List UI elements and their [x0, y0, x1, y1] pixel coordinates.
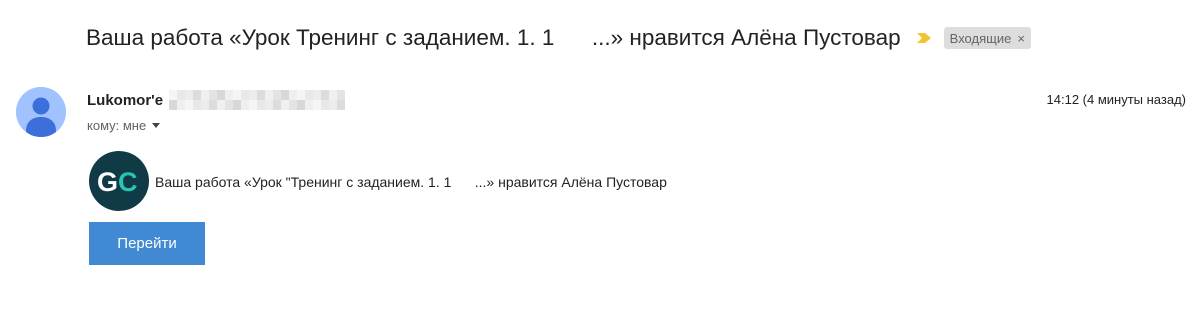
recipient-details-caret-icon[interactable] [152, 122, 161, 128]
email-view: Ваша работа «Урок Тренинг с заданием. 1.… [0, 0, 1200, 312]
subject-row: Ваша работа «Урок Тренинг с заданием. 1.… [86, 20, 1031, 56]
label-chip-inbox[interactable]: Входящие × [943, 27, 1031, 49]
go-button[interactable]: Перейти [89, 222, 205, 265]
label-remove-icon[interactable]: × [1017, 31, 1025, 46]
email-body-text: Ваша работа «Урок "Тренинг с заданием. 1… [155, 174, 667, 190]
gc-logo-icon: G C [89, 151, 149, 211]
sender-row: Lukomor'e [87, 90, 346, 110]
email-subject: Ваша работа «Урок Тренинг с заданием. 1.… [86, 25, 901, 50]
label-chip-text: Входящие [949, 30, 1012, 46]
importance-marker-icon[interactable] [916, 30, 932, 46]
recipient-text: кому: мне [87, 117, 147, 133]
email-timestamp: 14:12 (4 минуты назад) [1046, 92, 1186, 107]
sender-avatar[interactable] [16, 87, 66, 137]
sender-email-redacted [169, 90, 346, 110]
svg-text:G: G [97, 167, 118, 197]
person-icon [16, 87, 66, 137]
recipient-row: кому: мне [87, 116, 161, 134]
sender-name[interactable]: Lukomor'e [87, 92, 163, 109]
svg-text:C: C [118, 167, 138, 197]
